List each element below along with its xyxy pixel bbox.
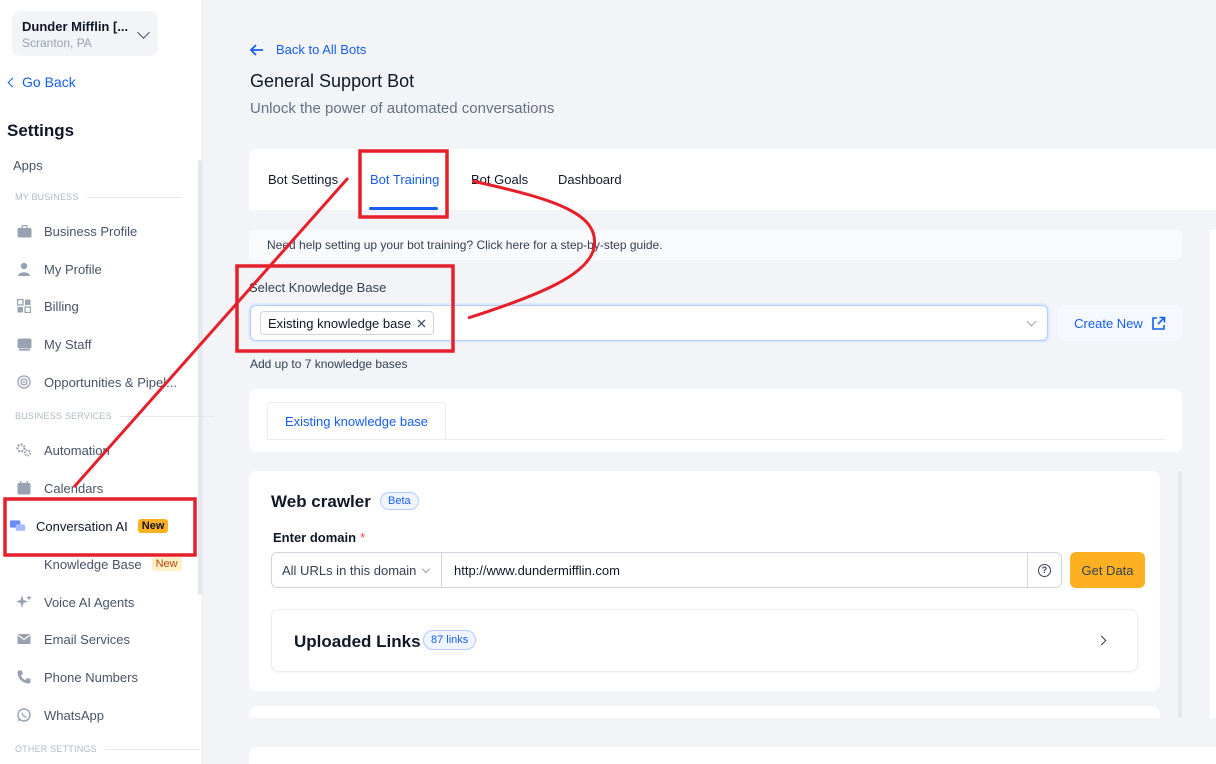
- chevron-left-icon: [7, 77, 18, 87]
- go-back-link[interactable]: Go Back: [7, 74, 76, 90]
- sidebar-item-label: Email Services: [44, 631, 130, 647]
- sidebar-scrollbar[interactable]: [198, 160, 202, 595]
- bottom-section-card: [249, 747, 1216, 764]
- whatsapp-icon: [16, 707, 32, 723]
- section-my-business: MY BUSINESS: [15, 192, 181, 202]
- uploaded-links-title: Uploaded Links: [294, 632, 421, 651]
- question-icon: ?: [1038, 563, 1051, 577]
- back-to-bots-link[interactable]: Back to All Bots: [250, 42, 366, 57]
- chevron-down-icon: [421, 564, 431, 574]
- sidebar-item-label: WhatsApp: [44, 707, 104, 723]
- page-subtitle: Unlock the power of automated conversati…: [250, 100, 555, 117]
- sidebar-item-whatsapp[interactable]: WhatsApp: [16, 705, 104, 725]
- sidebar-item-label: Conversation AI: [36, 518, 128, 534]
- web-crawler-title: Web crawler: [271, 492, 371, 511]
- back-to-bots-label: Back to All Bots: [276, 42, 367, 57]
- calendar-icon: [16, 480, 32, 496]
- create-new-label: Create New: [1074, 315, 1143, 331]
- beta-badge: Beta: [380, 492, 419, 510]
- sidebar-subitem-knowledge-base[interactable]: Knowledge Base New: [44, 554, 182, 574]
- sidebar-item-label: My Staff: [44, 336, 92, 352]
- close-icon[interactable]: [417, 319, 426, 328]
- side-panel-edge: [1210, 230, 1216, 718]
- chevron-down-icon: [1026, 316, 1037, 327]
- sidebar-item-label: Business Profile: [44, 223, 138, 239]
- domain-label: Enter domain *: [273, 530, 365, 545]
- page-title: General Support Bot: [250, 71, 415, 91]
- new-badge: New: [137, 519, 169, 533]
- sidebar-item-email-services[interactable]: Email Services: [16, 629, 130, 649]
- domain-label-text: Enter domain: [273, 530, 357, 545]
- active-tab-indicator: [369, 207, 438, 210]
- chevron-right-icon: [1096, 635, 1107, 646]
- person-icon: [16, 261, 32, 277]
- section-other-settings: OTHER SETTINGS: [15, 744, 200, 754]
- sidebar-item-label: Voice AI Agents: [44, 594, 135, 610]
- gears-icon: [16, 442, 32, 458]
- help-button[interactable]: ?: [1027, 552, 1062, 588]
- briefcase-icon: [16, 223, 32, 239]
- kb-select-label: Select Knowledge Base: [249, 280, 387, 295]
- email-icon: [16, 631, 32, 647]
- tab-dashboard[interactable]: Dashboard: [558, 172, 622, 187]
- target-icon: [16, 374, 32, 390]
- sidebar-item-label: Automation: [44, 442, 110, 458]
- sidebar-item-label: Opportunities & Pipel...: [44, 374, 177, 390]
- sidebar-item-my-staff[interactable]: My Staff: [16, 334, 91, 354]
- web-crawler-card: Web crawler Beta Enter domain * All URLs …: [249, 471, 1160, 691]
- sidebar-item-apps[interactable]: Apps: [13, 158, 43, 173]
- required-mark: *: [360, 530, 366, 545]
- sidebar-item-label: Knowledge Base: [44, 556, 142, 572]
- tab-bot-settings[interactable]: Bot Settings: [268, 172, 338, 187]
- sidebar-item-automation[interactable]: Automation: [16, 440, 110, 460]
- sidebar-item-label: Calendars: [44, 480, 104, 496]
- content-scrollbar[interactable]: [1178, 471, 1182, 718]
- external-link-icon: [1152, 316, 1166, 330]
- phone-icon: [16, 669, 32, 685]
- sparkle-icon: [16, 594, 32, 610]
- sidebar-item-opportunities[interactable]: Opportunities & Pipel...: [16, 372, 177, 392]
- account-name: Dunder Mifflin [...: [22, 19, 129, 34]
- go-back-label: Go Back: [22, 74, 76, 90]
- sidebar-item-business-profile[interactable]: Business Profile: [16, 221, 137, 241]
- sidebar-item-conversation-ai[interactable]: Conversation AI New: [10, 516, 169, 536]
- sidebar-item-voice-ai-agents[interactable]: Voice AI Agents: [16, 592, 134, 612]
- uploaded-links-row[interactable]: Uploaded Links 87 links: [271, 609, 1138, 672]
- settings-sidebar: Dunder Mifflin [... Scranton, PA Go Back…: [0, 0, 215, 764]
- kb-hint: Add up to 7 knowledge bases: [250, 357, 408, 371]
- sidebar-item-label: Phone Numbers: [44, 669, 138, 685]
- sidebar-item-label: Billing: [44, 298, 79, 314]
- sidebar-item-calendars[interactable]: Calendars: [16, 478, 103, 498]
- sidebar-item-my-profile[interactable]: My Profile: [16, 259, 102, 279]
- staff-icon: [16, 336, 32, 352]
- links-count-badge: 87 links: [423, 630, 477, 650]
- kb-tabs: Existing knowledge base: [249, 389, 1182, 452]
- sidebar-item-billing[interactable]: Billing: [16, 296, 79, 316]
- account-location: Scranton, PA: [22, 36, 92, 50]
- account-switcher[interactable]: Dunder Mifflin [... Scranton, PA: [12, 11, 158, 56]
- kb-chip: Existing knowledge base: [260, 311, 435, 335]
- divider: [267, 439, 1165, 440]
- tab-bot-training[interactable]: Bot Training: [370, 172, 439, 187]
- next-section-card: [249, 706, 1160, 718]
- get-data-button[interactable]: Get Data: [1070, 552, 1145, 588]
- kb-chip-label: Existing knowledge base: [268, 315, 412, 331]
- training-help-link[interactable]: Need help setting up your bot training? …: [249, 230, 1182, 260]
- arrow-left-icon: [250, 43, 263, 56]
- domain-input[interactable]: http://www.dundermifflin.com: [441, 552, 1028, 588]
- sidebar-item-label: My Profile: [44, 261, 102, 277]
- url-scope-value: All URLs in this domain: [282, 563, 417, 578]
- url-scope-select[interactable]: All URLs in this domain: [271, 552, 442, 588]
- tab-bot-goals[interactable]: Bot Goals: [471, 172, 528, 187]
- billing-icon: [16, 298, 32, 314]
- bot-tabs: Bot Settings Bot Training Bot Goals Dash…: [249, 149, 1216, 210]
- chat-icon: [10, 518, 26, 534]
- section-business-services: BUSINESS SERVICES: [15, 411, 215, 421]
- kb-multiselect[interactable]: Existing knowledge base: [250, 305, 1048, 341]
- create-new-kb-button[interactable]: Create New: [1058, 305, 1182, 341]
- settings-title: Settings: [7, 121, 75, 140]
- new-badge: New: [151, 557, 182, 571]
- tab-existing-kb[interactable]: Existing knowledge base: [267, 402, 446, 440]
- sidebar-item-phone-numbers[interactable]: Phone Numbers: [16, 667, 138, 687]
